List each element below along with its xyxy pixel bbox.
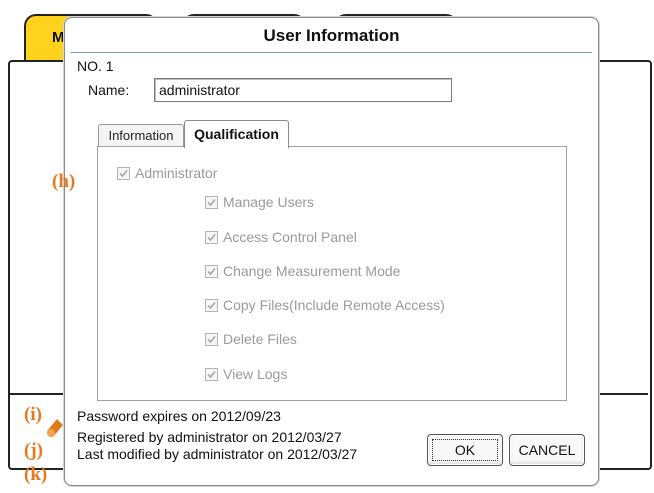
view-logs-label: View Logs (223, 366, 288, 382)
check-icon (207, 335, 216, 343)
user-number-label: NO. 1 (77, 58, 114, 74)
copy-files-checkbox[interactable] (205, 298, 218, 312)
marker-h: (h) (52, 171, 76, 192)
change-measurement-mode-label: Change Measurement Mode (223, 263, 401, 279)
registered-by-text: Registered by administrator on 2012/03/2… (77, 429, 342, 445)
last-modified-text: Last modified by administrator on 2012/0… (77, 446, 358, 462)
focus-ring (432, 439, 498, 461)
administrator-checkbox[interactable] (117, 166, 130, 180)
background-tab-1-label: M (52, 29, 65, 46)
permission-row-manage-users[interactable]: Manage Users (205, 193, 314, 211)
permission-row-delete-files[interactable]: Delete Files (205, 330, 297, 348)
check-icon (119, 169, 128, 177)
marker-j: (j) (24, 440, 43, 461)
check-icon (207, 370, 216, 378)
check-icon (207, 233, 216, 241)
permission-row-view-logs[interactable]: View Logs (205, 365, 287, 383)
check-icon (207, 267, 216, 275)
administrator-checkbox-row[interactable]: Administrator (117, 164, 217, 182)
user-icon (44, 413, 66, 439)
password-expiry-text: Password expires on 2012/09/23 (77, 408, 281, 424)
permission-row-change-measurement-mode[interactable]: Change Measurement Mode (205, 262, 400, 280)
check-icon (207, 301, 216, 309)
title-separator (71, 52, 592, 53)
delete-files-label: Delete Files (223, 331, 297, 347)
change-measurement-mode-checkbox[interactable] (205, 264, 218, 278)
marker-k: (k) (24, 464, 48, 485)
tab-qualification[interactable]: Qualification (184, 120, 289, 148)
manage-users-label: Manage Users (223, 194, 315, 210)
name-label: Name: (88, 82, 130, 98)
manage-users-checkbox[interactable] (205, 195, 218, 209)
access-control-panel-label: Access Control Panel (223, 229, 357, 245)
view-logs-checkbox[interactable] (205, 367, 218, 381)
tab-information[interactable]: Information (98, 124, 184, 146)
administrator-label: Administrator (135, 165, 218, 181)
ok-button[interactable]: OK (427, 434, 503, 466)
marker-i: (i) (24, 404, 42, 425)
name-input[interactable] (154, 78, 452, 102)
check-icon (207, 198, 216, 206)
dialog-title: User Information (263, 26, 400, 45)
copy-files-label: Copy Files(Include Remote Access) (223, 297, 445, 313)
permission-row-access-control-panel[interactable]: Access Control Panel (205, 228, 357, 246)
access-control-panel-checkbox[interactable] (205, 230, 218, 244)
user-information-dialog: User Information NO. 1 Name: Information… (64, 17, 599, 486)
delete-files-checkbox[interactable] (205, 332, 218, 346)
permission-row-copy-files[interactable]: Copy Files(Include Remote Access) (205, 296, 445, 314)
cancel-button[interactable]: CANCEL (509, 434, 585, 466)
